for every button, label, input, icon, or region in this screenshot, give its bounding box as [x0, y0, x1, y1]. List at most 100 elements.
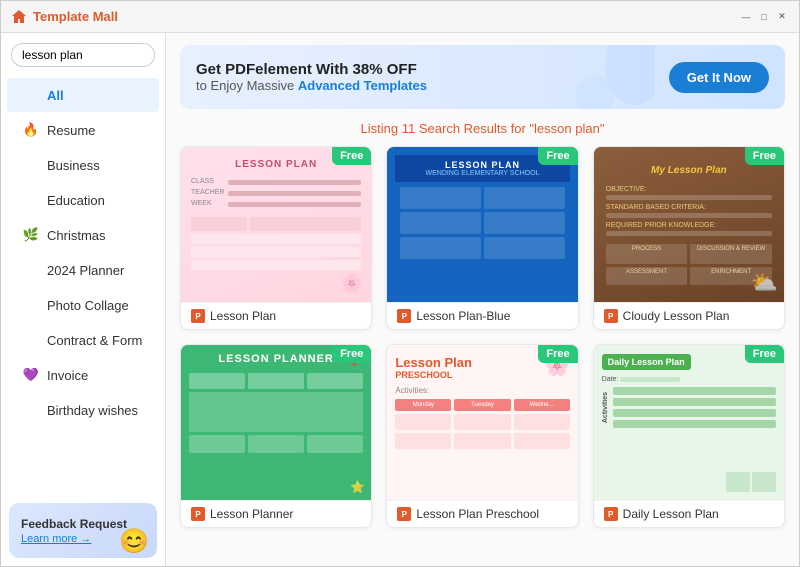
sidebar-item-planner[interactable]: 2024 Planner — [7, 253, 159, 287]
invoice-icon: 💜 — [23, 367, 39, 383]
card-thumb-1: LESSON PLAN CLASS TEACHER WEEK — [181, 147, 371, 302]
planner-icon — [23, 262, 39, 278]
sidebar-label-business: Business — [47, 158, 100, 173]
sidebar-item-all[interactable]: All — [7, 78, 159, 112]
free-badge-6: Free — [745, 345, 784, 363]
pdfelement-icon-1: P — [191, 309, 205, 323]
card-lesson-planner[interactable]: LESSON PLANNER — [180, 344, 372, 528]
card-lesson-plan-blue[interactable]: LESSON PLAN WENDING ELEMENTARY SCHOOL — [386, 146, 578, 330]
card-thumb-4: LESSON PLANNER — [181, 345, 371, 500]
card-footer-3: P Cloudy Lesson Plan — [594, 302, 784, 329]
results-label-middle: Search Results for " — [415, 121, 534, 136]
results-count: 11 — [402, 121, 416, 136]
cards-grid: LESSON PLAN CLASS TEACHER WEEK — [180, 146, 785, 528]
banner-text: Get PDFelement With 38% OFF to Enjoy Mas… — [196, 61, 427, 93]
card-name-1: Lesson Plan — [210, 309, 276, 323]
titlebar-controls: — □ ✕ — [739, 10, 789, 24]
card-name-4: Lesson Planner — [210, 507, 293, 521]
feedback-emoji: 😊 — [119, 527, 149, 556]
pdfelement-icon-3: P — [604, 309, 618, 323]
free-badge-5: Free — [538, 345, 577, 363]
sidebar-item-invoice[interactable]: 💜 Invoice — [7, 358, 159, 392]
sidebar-item-photo-collage[interactable]: Photo Collage — [7, 288, 159, 322]
free-badge-4: Free — [332, 345, 371, 363]
promo-banner: Get PDFelement With 38% OFF to Enjoy Mas… — [180, 45, 785, 109]
minimize-button[interactable]: — — [739, 10, 753, 24]
pdfelement-icon-2: P — [397, 309, 411, 323]
card-lesson-plan-preschool[interactable]: Lesson Plan PRESCHOOL Activities: Monday… — [386, 344, 578, 528]
sidebar-label-all: All — [47, 88, 64, 103]
pdfelement-icon-4: P — [191, 507, 205, 521]
card-cloudy-lesson-plan[interactable]: My Lesson Plan OBJECTIVE: STANDARD BASED… — [593, 146, 785, 330]
app-body: 🔍 All 🔥 Resume Business — [1, 33, 799, 566]
photo-icon — [23, 297, 39, 313]
close-button[interactable]: ✕ — [775, 10, 789, 24]
card-footer-2: P Lesson Plan-Blue — [387, 302, 577, 329]
card-lesson-plan[interactable]: LESSON PLAN CLASS TEACHER WEEK — [180, 146, 372, 330]
maximize-button[interactable]: □ — [757, 10, 771, 24]
card-name-6: Daily Lesson Plan — [623, 507, 719, 521]
sidebar-item-resume[interactable]: 🔥 Resume — [7, 113, 159, 147]
titlebar-left: Template Mall — [11, 9, 118, 25]
app-window: Template Mall — □ ✕ 🔍 All — [0, 0, 800, 567]
search-input[interactable] — [22, 48, 166, 62]
pdfelement-icon-6: P — [604, 507, 618, 521]
all-icon — [23, 87, 39, 103]
sidebar-item-education[interactable]: Education — [7, 183, 159, 217]
feedback-text: Feedback Request Learn more → — [21, 517, 127, 545]
card-name-5: Lesson Plan Preschool — [416, 507, 539, 521]
card-footer-1: P Lesson Plan — [181, 302, 371, 329]
contract-icon — [23, 332, 39, 348]
sidebar-item-business[interactable]: Business — [7, 148, 159, 182]
sidebar-label-resume: Resume — [47, 123, 95, 138]
sidebar-item-birthday[interactable]: Birthday wishes — [7, 393, 159, 427]
banner-line2: to Enjoy Massive Advanced Templates — [196, 78, 427, 93]
card-thumb-6: Daily Lesson Plan Date: Activities — [594, 345, 784, 500]
banner-decoration — [575, 45, 655, 109]
get-it-now-button[interactable]: Get It Now — [669, 62, 769, 93]
business-icon — [23, 157, 39, 173]
search-box: 🔍 — [1, 33, 165, 77]
sidebar-label-photo-collage: Photo Collage — [47, 298, 129, 313]
sidebar: 🔍 All 🔥 Resume Business — [1, 33, 166, 566]
cards-grid-area: LESSON PLAN CLASS TEACHER WEEK — [166, 146, 799, 566]
titlebar: Template Mall — □ ✕ — [1, 1, 799, 33]
feedback-link[interactable]: Learn more → — [21, 533, 91, 545]
free-badge-3: Free — [745, 147, 784, 165]
app-title: Template Mall — [33, 9, 118, 24]
results-close-quote: " — [600, 121, 605, 136]
sidebar-label-education: Education — [47, 193, 105, 208]
results-label-prefix: Listing — [361, 121, 402, 136]
banner-line2-prefix: to Enjoy Massive — [196, 78, 298, 93]
card-footer-4: P Lesson Planner — [181, 500, 371, 527]
feedback-box: Feedback Request Learn more → 😊 — [9, 503, 157, 558]
free-badge-1: Free — [332, 147, 371, 165]
feedback-title: Feedback Request — [21, 517, 127, 531]
sidebar-label-invoice: Invoice — [47, 368, 88, 383]
sidebar-nav: All 🔥 Resume Business Education — [1, 77, 165, 495]
christmas-icon: 🌿 — [23, 227, 39, 243]
results-query: lesson plan — [534, 121, 600, 136]
card-daily-lesson-plan[interactable]: Daily Lesson Plan Date: Activities — [593, 344, 785, 528]
education-icon — [23, 192, 39, 208]
card-thumb-5: Lesson Plan PRESCHOOL Activities: Monday… — [387, 345, 577, 500]
sidebar-label-planner: 2024 Planner — [47, 263, 124, 278]
free-badge-2: Free — [538, 147, 577, 165]
home-icon — [11, 9, 27, 25]
card-footer-6: P Daily Lesson Plan — [594, 500, 784, 527]
card-thumb-3: My Lesson Plan OBJECTIVE: STANDARD BASED… — [594, 147, 784, 302]
card-thumb-2: LESSON PLAN WENDING ELEMENTARY SCHOOL — [387, 147, 577, 302]
sidebar-label-contract: Contract & Form — [47, 333, 142, 348]
card-name-3: Cloudy Lesson Plan — [623, 309, 730, 323]
search-wrap: 🔍 — [11, 43, 155, 67]
pdfelement-icon-5: P — [397, 507, 411, 521]
sidebar-label-christmas: Christmas — [47, 228, 106, 243]
card-footer-5: P Lesson Plan Preschool — [387, 500, 577, 527]
sidebar-item-contract[interactable]: Contract & Form — [7, 323, 159, 357]
card-name-2: Lesson Plan-Blue — [416, 309, 510, 323]
birthday-icon — [23, 402, 39, 418]
flame-icon: 🔥 — [23, 122, 39, 138]
banner-line2-highlight: Advanced Templates — [298, 78, 427, 93]
main-content: Get PDFelement With 38% OFF to Enjoy Mas… — [166, 33, 799, 566]
sidebar-item-christmas[interactable]: 🌿 Christmas — [7, 218, 159, 252]
